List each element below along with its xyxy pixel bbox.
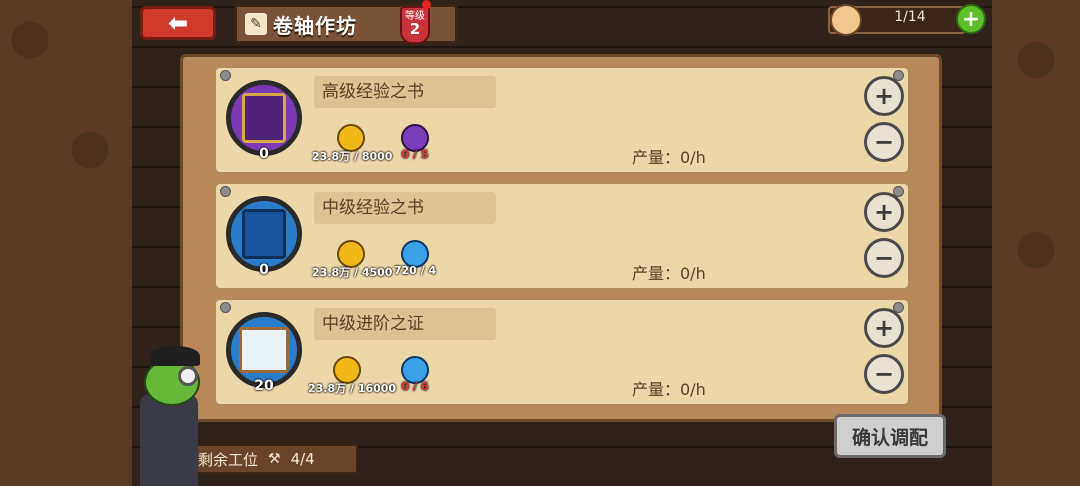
gem-cost-text: 720 / 4 (393, 264, 437, 277)
decrease-button[interactable]: − (864, 354, 904, 394)
production-row: 0 高级经验之书 23.8万 / 8000 0 / 5 产量：0/h + − (214, 66, 910, 174)
gem-cost-text: 0 / 5 (401, 148, 429, 161)
gem-cost: 0 / 6 (376, 356, 454, 393)
item-name: 中级进阶之证 (314, 308, 496, 340)
output-rate: 产量：0/h (632, 264, 706, 283)
increase-button[interactable]: + (864, 76, 904, 116)
increase-button[interactable]: + (864, 308, 904, 348)
item-name: 中级经验之书 (314, 192, 496, 224)
scroll-icon (239, 327, 289, 373)
workers-value: 4/4 (290, 450, 315, 468)
nail-icon (220, 186, 231, 197)
add-slot-button[interactable]: + (956, 4, 986, 34)
decrease-button[interactable]: − (864, 122, 904, 162)
advancement-certificate-icon[interactable] (226, 312, 302, 388)
intermediate-exp-book-icon[interactable] (226, 196, 302, 272)
item-count: 0 (259, 262, 269, 278)
book-icon (242, 93, 286, 143)
back-button[interactable]: ⬅ (140, 6, 216, 40)
nail-icon (220, 302, 231, 313)
confirm-allocation-button[interactable]: 确认调配 (834, 414, 946, 458)
gold-cost-text: 23.8万 / 16000 (308, 382, 397, 395)
page-title: 卷轴作坊 (273, 13, 357, 38)
goggle-icon (178, 366, 198, 386)
advanced-exp-book-icon[interactable] (226, 80, 302, 156)
goblin-character (126, 344, 216, 486)
item-name: 高级经验之书 (314, 76, 496, 108)
level-badge: 等级 2 (400, 6, 430, 44)
slot-count: 1/14 (894, 9, 926, 25)
gem-cost: 0 / 5 (376, 124, 454, 161)
book-icon (242, 209, 286, 259)
scroll-quill-icon: ✎ (245, 13, 267, 35)
left-wall-panel (0, 0, 132, 486)
gold-cost: 23.8万 / 16000 (308, 356, 397, 396)
output-rate: 产量：0/h (632, 380, 706, 399)
nail-icon (220, 70, 231, 81)
hammer-icon: ⚒ (268, 451, 281, 467)
production-row: 20 中级进阶之证 23.8万 / 16000 0 / 6 产量：0/h + − (214, 298, 910, 406)
output-rate: 产量：0/h (632, 148, 706, 167)
decrease-button[interactable]: − (864, 238, 904, 278)
increase-button[interactable]: + (864, 192, 904, 232)
back-arrow-icon: ⬅ (167, 9, 189, 37)
level-value: 2 (409, 20, 421, 38)
right-wall-panel (992, 0, 1080, 486)
goblin-head-icon (830, 4, 862, 36)
gem-cost-text: 0 / 6 (401, 380, 429, 393)
notification-dot (422, 0, 431, 9)
gem-cost: 720 / 4 (376, 240, 454, 277)
item-count: 20 (254, 378, 274, 394)
item-count: 0 (259, 146, 269, 162)
production-row: 0 中级经验之书 23.8万 / 4500 720 / 4 产量：0/h + − (214, 182, 910, 290)
